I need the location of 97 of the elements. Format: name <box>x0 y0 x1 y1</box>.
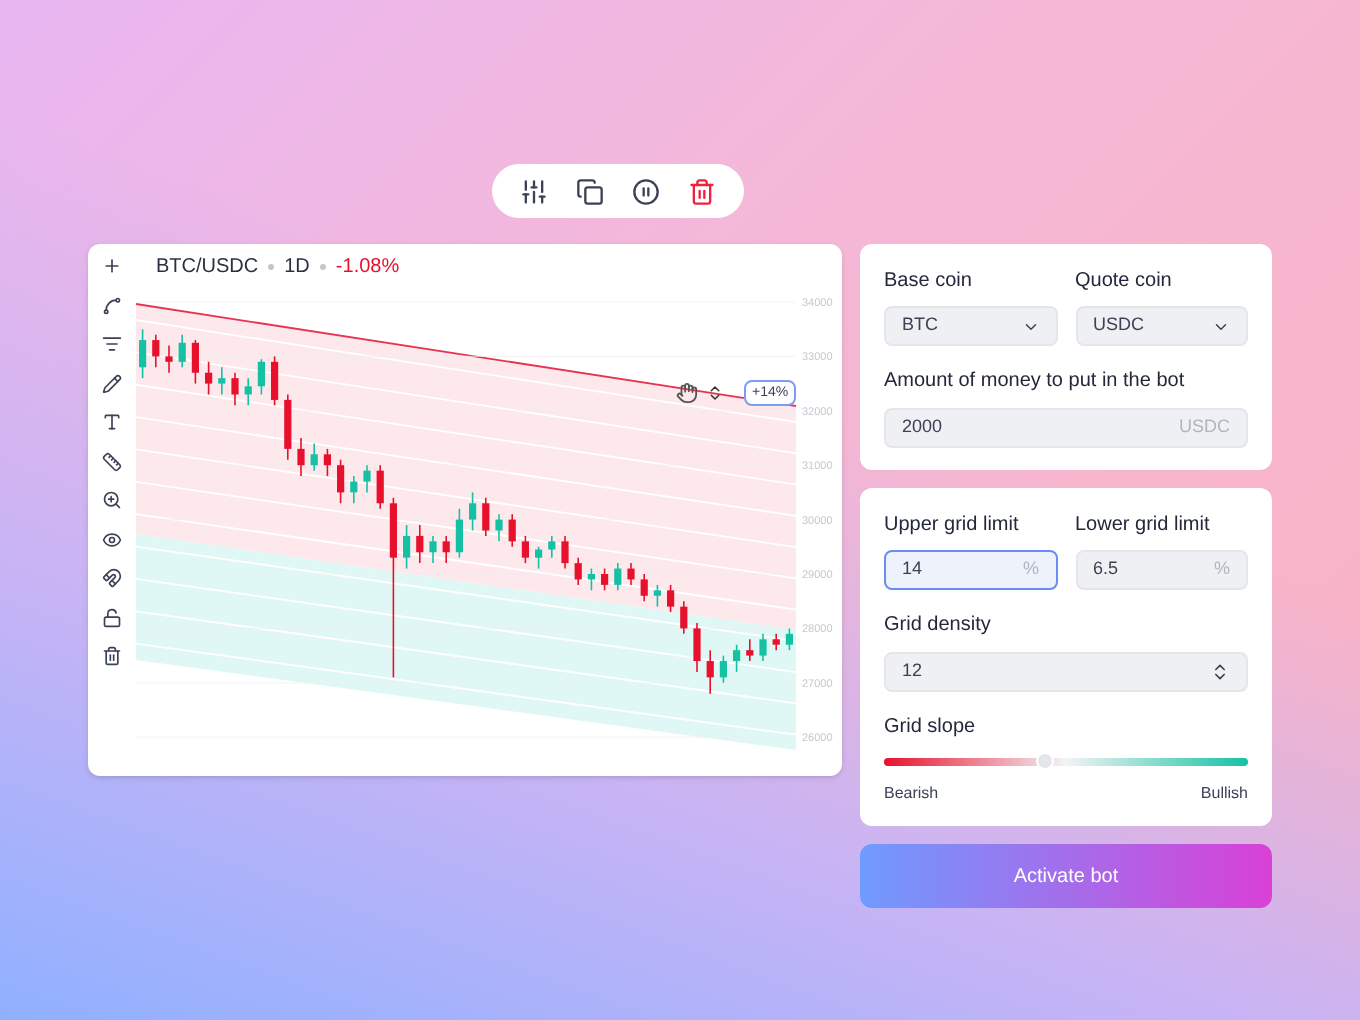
field-value: 12 <box>902 658 925 685</box>
slope-slider[interactable] <box>884 758 1248 766</box>
candle <box>469 491 477 532</box>
amount-field[interactable]: 2000 USDC <box>884 408 1248 448</box>
text-tool-icon[interactable] <box>102 412 122 432</box>
unit-label: USDC <box>1178 414 1230 441</box>
stepper-icon <box>1210 662 1230 682</box>
candle <box>337 458 345 505</box>
density-field[interactable]: 12 <box>884 652 1248 692</box>
candle <box>323 448 331 477</box>
change-label: -1.08% <box>335 254 400 282</box>
candle <box>257 358 265 396</box>
candle <box>442 535 450 564</box>
candle <box>614 562 622 592</box>
unit-label: % <box>1213 556 1230 583</box>
candle <box>363 464 371 494</box>
lower-limit-field[interactable]: 6.5 % <box>1075 550 1248 590</box>
candle <box>350 475 358 505</box>
candle <box>667 584 675 613</box>
unit-label: % <box>1022 556 1039 583</box>
amount-label: Amount of money to put in the bot <box>884 368 1187 396</box>
resize-icon <box>706 384 724 402</box>
quote-coin-label: Quote coin <box>1075 268 1174 296</box>
copy-icon[interactable] <box>576 177 604 205</box>
candle <box>680 600 688 635</box>
candle <box>416 524 424 564</box>
pair-label: BTC/USDC <box>156 254 259 282</box>
candle <box>574 556 582 586</box>
candle <box>429 535 437 564</box>
candle <box>165 344 173 374</box>
candle <box>746 638 754 662</box>
field-value: USDC <box>1093 312 1147 339</box>
magnet-icon[interactable] <box>102 568 122 588</box>
candle <box>482 497 490 537</box>
settings-icon[interactable] <box>520 177 548 205</box>
candle <box>508 513 516 548</box>
field-value: 14 <box>902 556 925 583</box>
field-value: 2000 <box>902 414 945 441</box>
candle <box>376 464 384 510</box>
candle <box>719 654 727 684</box>
upper-limit-label: Upper grid limit <box>884 512 1021 540</box>
activate-button[interactable]: Activate bot <box>860 844 1272 908</box>
base-coin-label: Base coin <box>884 268 974 296</box>
candle <box>205 361 213 396</box>
slider-thumb[interactable] <box>1035 752 1054 770</box>
candle <box>139 328 147 379</box>
candle <box>455 507 463 559</box>
candle <box>191 339 199 385</box>
candle <box>152 333 160 369</box>
candle <box>561 535 569 570</box>
interval-label: 1D <box>284 254 310 282</box>
drag-handle-icon[interactable] <box>676 382 698 404</box>
candle <box>785 627 793 651</box>
candle <box>231 371 239 407</box>
ruler-icon[interactable] <box>102 451 122 471</box>
candle <box>640 573 648 602</box>
candle <box>733 643 741 673</box>
candle <box>601 567 609 592</box>
candle <box>218 366 226 396</box>
add-icon[interactable] <box>102 256 122 276</box>
field-value: 6.5 <box>1093 556 1121 583</box>
candle <box>310 442 318 472</box>
trash-icon[interactable] <box>102 646 122 666</box>
candle <box>244 377 252 407</box>
bearish-label: Bearish <box>884 782 939 806</box>
field-value: BTC <box>902 312 940 339</box>
pencil-icon[interactable] <box>102 373 122 393</box>
candle <box>653 584 661 608</box>
candle <box>297 437 305 477</box>
delete-icon[interactable] <box>688 177 716 205</box>
candle <box>521 535 529 564</box>
candle <box>495 513 503 543</box>
candle <box>178 333 186 369</box>
pause-icon[interactable] <box>632 177 660 205</box>
base-coin-select[interactable]: BTC <box>884 306 1057 346</box>
candle <box>759 633 767 662</box>
candle <box>548 535 556 559</box>
candle <box>627 562 635 586</box>
candle <box>772 633 780 651</box>
candle <box>535 546 543 570</box>
candle <box>693 622 701 673</box>
lines-icon[interactable] <box>102 334 122 354</box>
candle <box>284 393 292 461</box>
upper-limit-field[interactable]: 14 % <box>884 550 1057 590</box>
eye-icon[interactable] <box>102 529 122 549</box>
bullish-label: Bullish <box>1200 782 1248 806</box>
candle <box>587 567 595 592</box>
candle <box>271 355 279 407</box>
zoom-in-icon[interactable] <box>102 490 122 510</box>
candle <box>403 524 411 570</box>
density-label: Grid density <box>884 612 993 640</box>
line-tool-icon[interactable] <box>102 295 122 315</box>
unlock-icon[interactable] <box>102 607 122 627</box>
candle <box>706 649 714 695</box>
slope-label: Grid slope <box>884 714 978 742</box>
lower-limit-label: Lower grid limit <box>1075 512 1212 540</box>
quote-coin-select[interactable]: USDC <box>1075 306 1248 346</box>
